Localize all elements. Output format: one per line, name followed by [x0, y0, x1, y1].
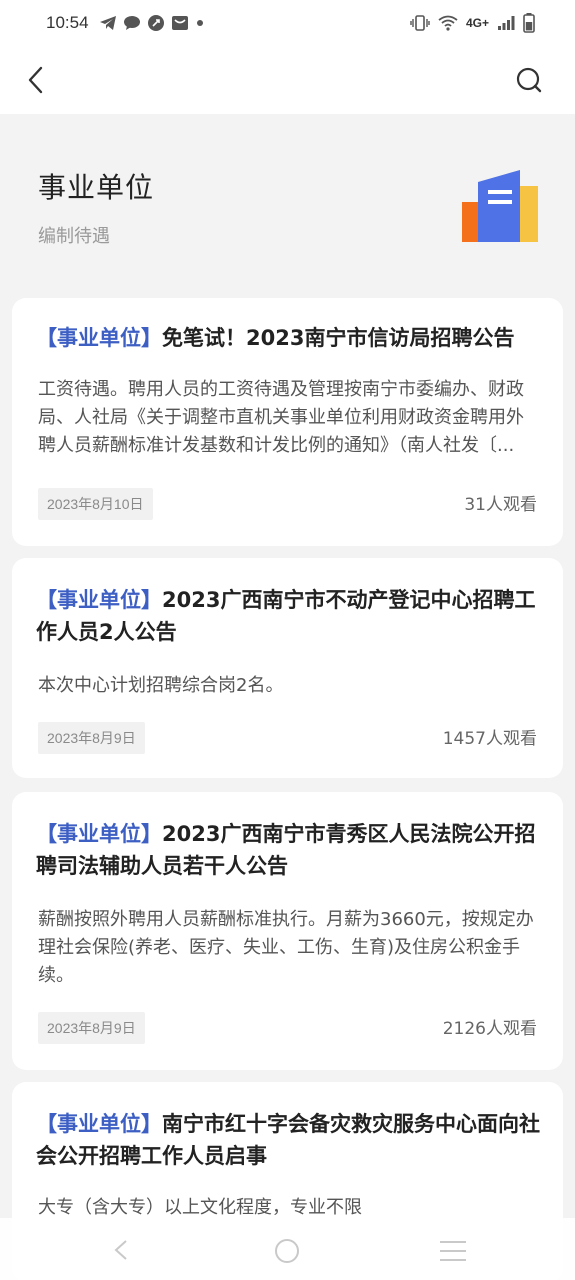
article-description: 本次中心计划招聘综合岗2名。: [38, 675, 284, 696]
status-system-icons: 4G+: [410, 13, 535, 33]
vibrate-icon: [410, 15, 430, 31]
status-time: 10:54: [46, 13, 89, 32]
signal-icon: [497, 15, 515, 31]
nav-back-icon[interactable]: [108, 1236, 136, 1268]
top-nav-bar: [0, 46, 575, 114]
article-title: 【事业单位】南宁市红十字会备灾救灾服务中心面向社会公开招聘工作人员启事: [36, 1108, 541, 1172]
article-description: 工资待遇。聘用人员的工资待遇及管理按南宁市委编办、财政局、人社局《关于调整市直机…: [38, 379, 524, 456]
article-views: 31人观看: [464, 495, 537, 515]
search-icon: [516, 67, 542, 93]
article-card[interactable]: 【事业单位】2023广西南宁市青秀区人民法院公开招聘司法辅助人员若干人公告 薪酬…: [12, 792, 563, 1070]
search-button[interactable]: [511, 62, 547, 98]
article-title: 【事业单位】免笔试！2023南宁市信访局招聘公告: [36, 322, 541, 354]
battery-icon: [523, 13, 535, 33]
status-notification-icons: [99, 14, 205, 32]
wifi-icon: [438, 15, 458, 31]
message-icon: [123, 15, 141, 31]
nav-home-icon[interactable]: [272, 1236, 302, 1270]
back-arrow-icon: [28, 66, 43, 94]
article-views: 2126人观看: [442, 1019, 537, 1039]
article-title: 【事业单位】2023广西南宁市青秀区人民法院公开招聘司法辅助人员若干人公告: [36, 818, 541, 882]
app-icon: [147, 14, 165, 32]
dot-icon: [195, 18, 205, 28]
article-card[interactable]: 【事业单位】免笔试！2023南宁市信访局招聘公告 工资待遇。聘用人员的工资待遇及…: [12, 298, 563, 546]
page-subtitle: 编制待遇: [38, 226, 110, 247]
article-tag: 【事业单位】: [36, 588, 162, 612]
back-button[interactable]: [18, 62, 54, 98]
page-title: 事业单位: [38, 171, 155, 204]
network-type-label: 4G+: [465, 16, 489, 30]
article-title-text: 免笔试！2023南宁市信访局招聘公告: [162, 326, 515, 350]
mail-icon: [171, 14, 189, 32]
article-tag: 【事业单位】: [36, 326, 162, 350]
article-tag: 【事业单位】: [36, 1112, 162, 1136]
article-date: 2023年8月10日: [38, 488, 153, 520]
category-logo-icon: [458, 166, 542, 246]
article-tag: 【事业单位】: [36, 822, 162, 846]
article-description: 薪酬按照外聘用人员薪酬标准执行。月薪为3660元，按规定办理社会保险(养老、医疗…: [38, 909, 534, 986]
article-date: 2023年8月9日: [38, 722, 145, 754]
article-date: 2023年8月9日: [38, 1012, 145, 1044]
nav-menu-icon[interactable]: [438, 1238, 468, 1268]
category-header: 事业单位 编制待遇: [0, 114, 575, 298]
system-navigation-bar: [0, 1218, 575, 1280]
article-title: 【事业单位】2023广西南宁市不动产登记中心招聘工作人员2人公告: [36, 584, 541, 648]
article-views: 1457人观看: [442, 729, 537, 749]
article-card[interactable]: 【事业单位】2023广西南宁市不动产登记中心招聘工作人员2人公告 本次中心计划招…: [12, 558, 563, 778]
status-bar: 10:54 4G+: [0, 0, 575, 46]
telegram-icon: [99, 15, 117, 31]
